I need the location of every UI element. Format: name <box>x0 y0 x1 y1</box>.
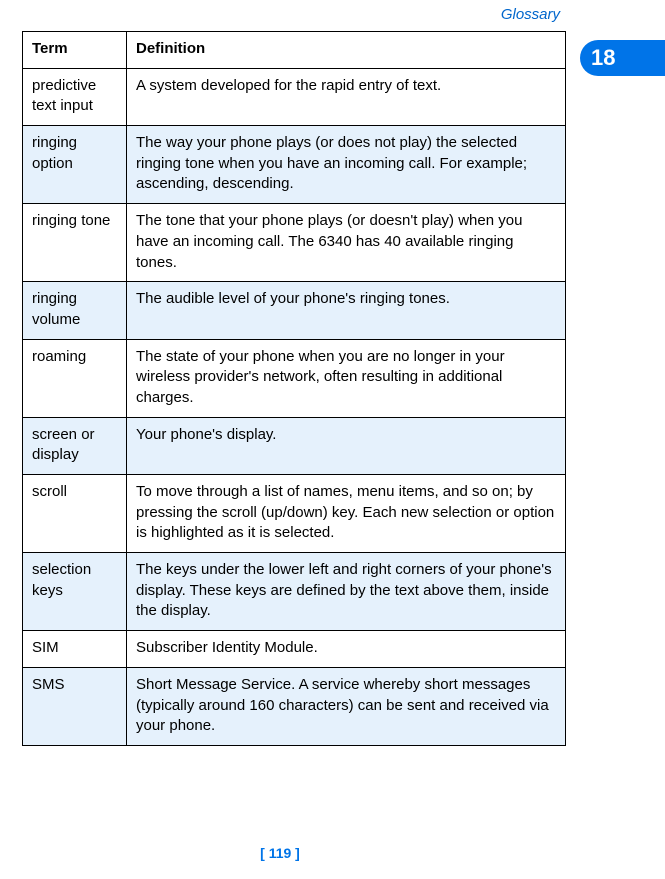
term-cell: SIM <box>23 631 127 668</box>
table-row: scrollTo move through a list of names, m… <box>23 475 566 553</box>
term-cell: roaming <box>23 339 127 417</box>
term-cell: ringing option <box>23 126 127 204</box>
table-row: SMSShort Message Service. A service wher… <box>23 667 566 745</box>
term-cell: screen or display <box>23 417 127 474</box>
term-cell: ringing volume <box>23 282 127 339</box>
definition-cell: The keys under the lower left and right … <box>127 553 566 631</box>
term-cell: scroll <box>23 475 127 553</box>
term-cell: selection keys <box>23 553 127 631</box>
definition-cell: The audible level of your phone's ringin… <box>127 282 566 339</box>
header-definition: Definition <box>127 32 566 69</box>
table-row: ringing toneThe tone that your phone pla… <box>23 204 566 282</box>
definition-cell: The state of your phone when you are no … <box>127 339 566 417</box>
table-row: roamingThe state of your phone when you … <box>23 339 566 417</box>
definition-cell: The tone that your phone plays (or doesn… <box>127 204 566 282</box>
definition-cell: A system developed for the rapid entry o… <box>127 68 566 125</box>
page-number: [ 119 ] <box>0 845 560 861</box>
table-row: predictive text inputA system developed … <box>23 68 566 125</box>
term-cell: predictive text input <box>23 68 127 125</box>
table-row: screen or displayYour phone's display. <box>23 417 566 474</box>
definition-cell: Subscriber Identity Module. <box>127 631 566 668</box>
table-row: SIMSubscriber Identity Module. <box>23 631 566 668</box>
glossary-table: Term Definition predictive text inputA s… <box>22 31 566 746</box>
content-area: Term Definition predictive text inputA s… <box>22 31 566 746</box>
header-term: Term <box>23 32 127 69</box>
definition-cell: Short Message Service. A service whereby… <box>127 667 566 745</box>
table-header-row: Term Definition <box>23 32 566 69</box>
table-row: ringing optionThe way your phone plays (… <box>23 126 566 204</box>
definition-cell: To move through a list of names, menu it… <box>127 475 566 553</box>
table-row: ringing volumeThe audible level of your … <box>23 282 566 339</box>
term-cell: ringing tone <box>23 204 127 282</box>
page: Glossary 18 Term Definition predictive t… <box>0 0 665 879</box>
term-cell: SMS <box>23 667 127 745</box>
table-row: selection keysThe keys under the lower l… <box>23 553 566 631</box>
definition-cell: Your phone's display. <box>127 417 566 474</box>
chapter-tab: 18 <box>580 40 665 76</box>
section-header: Glossary <box>16 6 560 23</box>
definition-cell: The way your phone plays (or does not pl… <box>127 126 566 204</box>
